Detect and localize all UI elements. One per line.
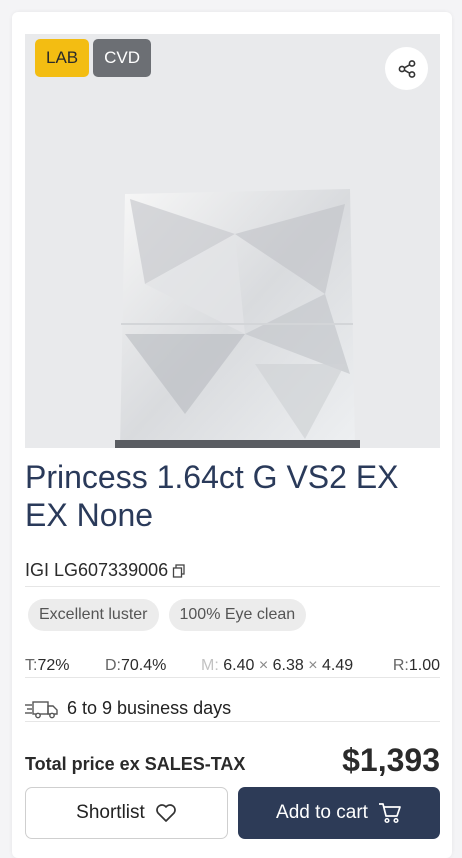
spec-table: T:72% bbox=[25, 657, 70, 674]
spec-ratio: R:1.00 bbox=[392, 657, 440, 674]
share-button[interactable] bbox=[385, 47, 428, 90]
spec-depth: D:70.4% bbox=[105, 657, 167, 674]
cvd-badge: CVD bbox=[93, 39, 152, 77]
delivery-estimate: 6 to 9 business days bbox=[25, 698, 231, 719]
chip-luster: Excellent luster bbox=[28, 599, 159, 631]
add-to-cart-label: Add to cart bbox=[276, 802, 368, 823]
delivery-text: 6 to 9 business days bbox=[67, 698, 232, 718]
cart-icon bbox=[378, 803, 401, 824]
spec-measurements: M: 6.40 × 6.38 × 4.49 bbox=[201, 657, 354, 674]
copy-icon[interactable] bbox=[172, 563, 186, 578]
total-price-label: Total price ex SALES-TAX bbox=[25, 754, 246, 774]
product-image-area[interactable]: LAB CVD bbox=[25, 34, 440, 448]
shortlist-label: Shortlist bbox=[76, 802, 145, 823]
feature-chips: Excellent luster 100% Eye clean bbox=[28, 599, 307, 631]
delivery-truck-icon bbox=[25, 700, 58, 718]
chip-eye-clean: 100% Eye clean bbox=[168, 599, 307, 631]
certificate-number: IGI LG607339006 bbox=[25, 560, 186, 581]
divider bbox=[25, 677, 440, 678]
divider bbox=[25, 721, 440, 722]
product-title[interactable]: Princess 1.64ct G VS2 EX EX None bbox=[25, 458, 435, 534]
add-to-cart-button[interactable]: Add to cart bbox=[238, 787, 440, 839]
heart-icon bbox=[155, 804, 176, 822]
spec-row: T:72% D:70.4% M: 6.40 × 6.38 × 4.49 R:1.… bbox=[25, 657, 440, 679]
total-price-value: $1,393 bbox=[342, 742, 440, 778]
product-card: LAB CVD Princess 1.64ct G VS2 EX EX None… bbox=[12, 12, 452, 858]
share-icon bbox=[398, 59, 415, 78]
divider bbox=[25, 586, 440, 587]
certificate-text: IGI LG607339006 bbox=[25, 560, 169, 580]
badge-group: LAB CVD bbox=[35, 39, 152, 77]
diamond-image bbox=[115, 189, 360, 448]
lab-badge: LAB bbox=[35, 39, 90, 77]
shortlist-button[interactable]: Shortlist bbox=[25, 787, 228, 839]
